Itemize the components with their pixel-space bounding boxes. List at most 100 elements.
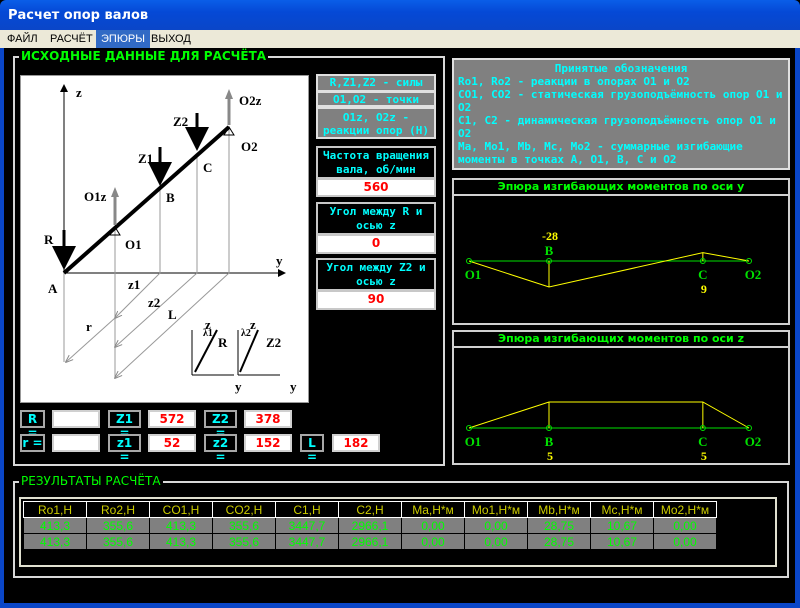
results-table-container: Ro1,Н Ro2,Н CO1,Н CO2,Н C1,Н C2,Н Ma,Н*м Mo1,Н*… (19, 497, 777, 567)
menu-exit[interactable]: ВЫХОД (146, 30, 196, 48)
menu-file[interactable]: ФАЙЛ (2, 30, 43, 48)
table-cell[interactable]: 3447,7 (275, 517, 339, 534)
angle-r-input[interactable]: 0 (316, 234, 436, 254)
diagram-label-r-small: R (218, 335, 228, 350)
diagram-label-o2: O2 (241, 139, 258, 154)
moment-chart-z: Эпюра изгибающих моментов по оси z O1 B 5 C… (452, 330, 790, 465)
table-cell[interactable]: 2966,1 (338, 517, 402, 534)
table-cell[interactable]: 0,00 (401, 533, 465, 550)
point-label: C (698, 267, 707, 282)
frequency-input[interactable]: 560 (316, 178, 436, 197)
diagram-label-a: A (48, 281, 58, 296)
designation-line: СО1, СО2 - статическая грузоподъёмность … (458, 88, 783, 114)
table-cell[interactable]: 10,67 (590, 517, 654, 534)
table-cell[interactable]: 0,00 (401, 517, 465, 534)
point-label: O2 (745, 267, 762, 282)
column-header[interactable]: CO1,Н (149, 501, 213, 518)
diagram-label-z1-force: Z1 (138, 151, 153, 166)
column-header[interactable]: CO2,Н (212, 501, 276, 518)
table-cell[interactable]: 0,00 (653, 533, 717, 550)
table-cell[interactable]: 355,6 (86, 533, 150, 550)
moment-chart-y: Эпюра изгибающих моментов по оси y O1 B -2… (452, 178, 790, 325)
menu-diagrams[interactable]: ЭПЮРЫ (96, 30, 150, 48)
table-cell[interactable]: 28,75 (527, 533, 591, 550)
r-distance-label: r = (20, 434, 45, 452)
column-header[interactable]: Ro1,Н (23, 501, 87, 518)
chart-y-plot: O1 B-28 C9 O2 (465, 229, 762, 296)
z2-force-label: Z2 = (204, 410, 237, 440)
designation-line: Ma, Mo1, Mb, Mc, Mo2 - суммарные изгибаю… (458, 140, 743, 166)
table-cell[interactable]: 10,67 (590, 533, 654, 550)
table-cell[interactable]: 355,6 (212, 517, 276, 534)
point-label: C (698, 434, 707, 449)
table-cell[interactable]: 0,00 (464, 533, 528, 550)
diagram-label-o1z: O1z (84, 189, 107, 204)
table-cell[interactable]: 355,6 (212, 533, 276, 550)
table-cell[interactable]: 0,00 (653, 517, 717, 534)
angle-r-label: Угол между R и осью z (316, 202, 436, 235)
column-header[interactable]: C2,Н (338, 501, 402, 518)
diagram-label-lambda2: λ2 (241, 328, 251, 339)
legend-points: О1,О2 - точки опор (316, 91, 436, 119)
legend-reactions: О1z, О2z - реакции опор (Н) (316, 107, 436, 139)
diagram-label-y-small: y (235, 379, 242, 394)
frequency-label: Частота вращения вала, об/мин (316, 146, 436, 179)
menu-bar: ФАЙЛ РАСЧЁТ ЭПЮРЫ ВЫХОД (0, 30, 800, 48)
results-group-title: РЕЗУЛЬТАТЫ РАСЧЁТА (19, 474, 163, 488)
diagram-label-c: C (203, 160, 212, 175)
l-length-input[interactable]: 182 (332, 434, 380, 452)
column-header[interactable]: Mo1,Н*м (464, 501, 528, 518)
column-header[interactable]: C1,Н (275, 501, 339, 518)
input-group-title: ИСХОДНЫЕ ДАННЫЕ ДЛЯ РАСЧЁТА (19, 49, 269, 63)
table-cell[interactable]: 0,00 (464, 517, 528, 534)
diagram-label-l: L (168, 307, 177, 322)
z2-distance-input[interactable]: 152 (244, 434, 292, 452)
diagram-label-y: y (276, 253, 283, 268)
table-header-row: Ro1,Н Ro2,Н CO1,Н CO2,Н C1,Н C2,Н Ma,Н*м Mo1,Н*… (23, 501, 717, 518)
chart-z-title: Эпюра изгибающих моментов по оси z (454, 332, 788, 348)
z2-force-input[interactable]: 378 (244, 410, 292, 428)
z1-force-input[interactable]: 572 (148, 410, 196, 428)
column-header[interactable]: Ma,Н*м (401, 501, 465, 518)
legend-forces: R,Z1,Z2 - силы (Н) (316, 74, 436, 102)
diagram-label-lambda1: λ1 (203, 328, 213, 339)
column-header[interactable]: Mb,Н*м (527, 501, 591, 518)
r-force-input[interactable] (52, 410, 100, 428)
designations-panel: Принятые обозначения Ro1, Ro2 - реакции … (452, 58, 790, 170)
diagram-label-z2-small: Z2 (266, 335, 281, 350)
column-header[interactable]: Mc,Н*м (590, 501, 654, 518)
angle-z2-input[interactable]: 90 (316, 290, 436, 310)
z2-distance-label: z2 = (204, 434, 237, 464)
chart-y-title: Эпюра изгибающих моментов по оси y (454, 180, 788, 196)
table-cell[interactable]: 413,3 (149, 517, 213, 534)
table-cell[interactable]: 2966,1 (338, 533, 402, 550)
window-title: Расчет опор валов (8, 8, 149, 23)
menu-calculate[interactable]: РАСЧЁТ (45, 30, 98, 48)
angle-z2-label: Угол между Z2 и осью z (316, 258, 436, 291)
value-label: -28 (542, 229, 558, 243)
table-cell[interactable]: 3447,7 (275, 533, 339, 550)
moment-line (468, 401, 750, 429)
diagram-label-b: B (166, 190, 175, 205)
z1-distance-input[interactable]: 52 (148, 434, 196, 452)
table-row[interactable]: 413,3 355,6 413,3 355,6 3447,7 2966,1 0,00 0,00… (23, 517, 717, 534)
table-cell[interactable]: 413,3 (23, 533, 87, 550)
window-title-bar: Расчет опор валов (0, 0, 800, 30)
column-header[interactable]: Ro2,Н (86, 501, 150, 518)
table-cell[interactable]: 355,6 (86, 517, 150, 534)
designations-title: Принятые обозначения (554, 62, 688, 75)
point-label: O2 (745, 434, 762, 449)
value-label: 5 (701, 449, 707, 463)
table-cell[interactable]: 28,75 (527, 517, 591, 534)
value-label: 5 (547, 449, 553, 463)
point-label: O1 (465, 434, 482, 449)
designation-line: Ro1, Ro2 - реакции в опорах О1 и О2 (458, 75, 690, 88)
table-row[interactable]: 413,3 355,6 413,3 355,6 3447,7 2966,1 0,00 0,00… (23, 533, 717, 550)
point-label: B (545, 434, 554, 449)
column-header[interactable]: Mo2,Н*м (653, 501, 717, 518)
table-cell[interactable]: 413,3 (23, 517, 87, 534)
r-distance-input[interactable] (52, 434, 100, 452)
diagram-label-r: r (86, 319, 92, 334)
r-force-label: R = (20, 410, 45, 440)
table-cell[interactable]: 413,3 (149, 533, 213, 550)
